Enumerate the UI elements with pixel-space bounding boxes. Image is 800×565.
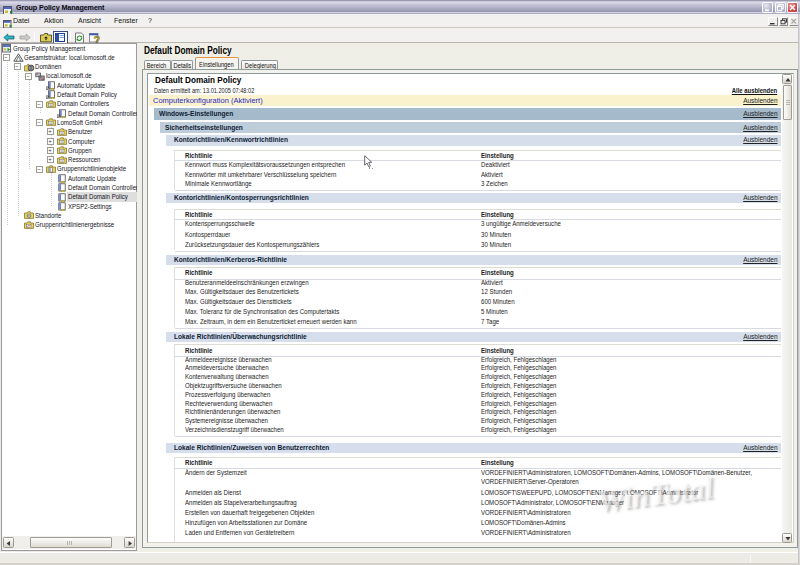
svg-text:?: ? — [94, 33, 101, 44]
